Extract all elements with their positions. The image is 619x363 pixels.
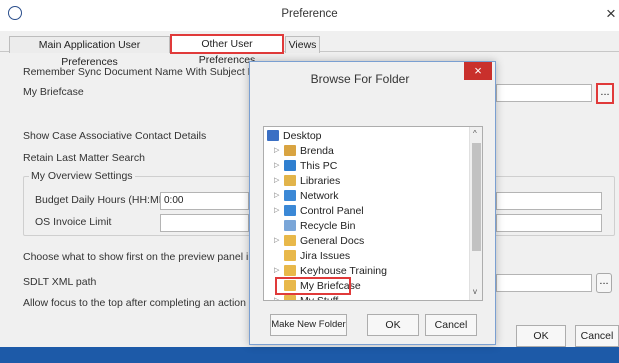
scroll-up-icon[interactable]: ^ [473,129,477,138]
dialog-close-icon[interactable]: × [464,62,492,80]
invoice-limit-label: OS Invoice Limit [35,216,112,228]
budget-hours-input-ext [496,192,602,210]
tab-main-application-user-preferences[interactable]: Main Application User Preferences [9,36,170,68]
expand-arrow-icon[interactable]: ▷ [274,203,279,219]
my-briefcase-field[interactable] [496,84,592,102]
my-briefcase-label: My Briefcase [23,86,84,98]
ok-button[interactable]: OK [516,325,566,347]
tab-other-user-preferences[interactable]: Other User Preferences [170,34,284,66]
show-case-contact-label: Show Case Associative Contact Details [23,130,207,142]
dialog-title: Browse For Folder [310,72,410,86]
budget-hours-label: Budget Daily Hours (HH:MM) [35,194,171,206]
tree-item-label: Libraries [300,175,341,187]
tree-item-label: This PC [300,160,338,172]
tree-item-label: Brenda [300,145,334,157]
browse-for-folder-dialog: Browse For Folder × Desktop ▷ Brenda ▷ This … [249,61,496,345]
allow-focus-label: Allow focus to the top after completing … [23,297,246,309]
scroll-thumb[interactable] [472,143,481,251]
remember-sync-label: Remember Sync Document Name With Subject… [23,66,268,78]
window-title: Preference [281,8,338,20]
dialog-ok-button[interactable]: OK [367,314,419,336]
tree-item-label: Control Panel [300,205,364,217]
folder-icon [284,250,296,261]
folder-icon [284,265,296,276]
folder-icon [284,295,296,300]
preview-panel-label: Choose what to show first on the preview… [23,251,272,263]
tree-scrollbar[interactable]: ^ v [469,127,482,300]
overview-group-title: My Overview Settings [29,170,135,182]
tree-item-label: Jira Issues [300,250,351,262]
desktop-icon [267,130,279,141]
browse-briefcase-button[interactable]: ... [596,83,614,104]
selection-highlight [275,277,351,295]
sdlt-path-label: SDLT XML path [23,276,97,288]
tree-item-label: Recycle Bin [300,220,356,232]
folder-icon [284,235,296,246]
make-new-folder-button[interactable]: Make New Folder [270,314,347,336]
tree-item-label: Desktop [283,130,322,142]
dialog-cancel-button[interactable]: Cancel [425,314,477,336]
tree-item-label: Network [300,190,339,202]
retain-search-label: Retain Last Matter Search [23,152,145,164]
expand-arrow-icon[interactable]: ▷ [274,158,279,174]
folder-tree[interactable]: Desktop ▷ Brenda ▷ This PC ▷ Libraries ▷ Network… [263,126,483,301]
expand-arrow-icon[interactable]: ▷ [274,233,279,249]
network-icon [284,190,296,201]
user-folder-icon [284,145,296,156]
invoice-limit-input-ext [496,214,602,232]
control-panel-icon [284,205,296,216]
budget-hours-input[interactable]: 0:00 [160,192,249,210]
expand-arrow-icon[interactable]: ▷ [274,173,279,189]
computer-icon [284,160,296,171]
tree-item-label: General Docs [300,235,365,247]
close-icon[interactable]: × [606,4,616,24]
sdlt-browse-button[interactable]: ... [596,273,612,293]
tab-views[interactable]: Views [285,36,320,53]
invoice-limit-input[interactable] [160,214,249,232]
recycle-bin-icon [284,220,296,231]
expand-arrow-icon[interactable]: ▷ [274,143,279,159]
sdlt-path-input[interactable] [496,274,592,292]
libraries-icon [284,175,296,186]
scroll-down-icon[interactable]: v [473,287,477,296]
taskbar [0,347,619,363]
expand-arrow-icon[interactable]: ▷ [274,188,279,204]
cancel-button[interactable]: Cancel [575,325,619,347]
